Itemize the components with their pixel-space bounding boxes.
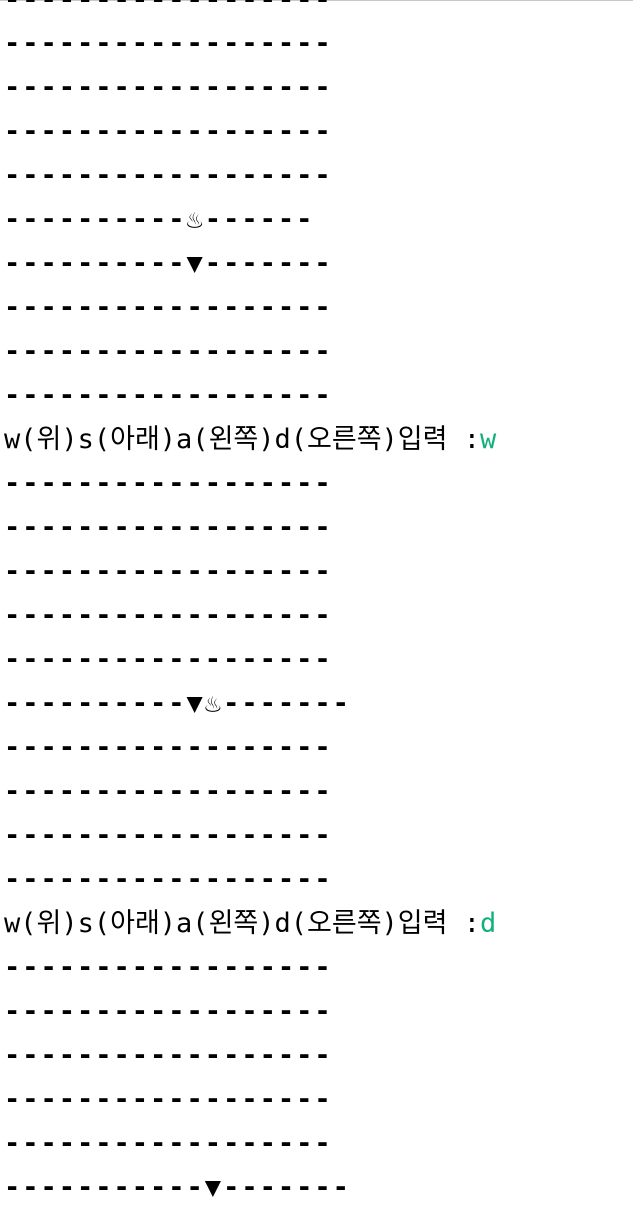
map-row: ------------------ (4, 776, 333, 807)
map-row: ------------------ (4, 28, 333, 59)
map-row: ------------------ (4, 952, 333, 983)
map-row: ------------------ (4, 996, 333, 1027)
map-row: ----------♨------ (4, 204, 315, 235)
map-row: ------------------ (4, 292, 333, 323)
prompt-label: w(위)s(아래)a(왼쪽)d(오른쪽)입력 : (4, 908, 480, 939)
map-row: ------------------ (4, 1040, 333, 1071)
map-row: ------------------ (4, 160, 333, 191)
map-row: ------------------ (4, 556, 333, 587)
map-row: ------------------ (4, 820, 333, 851)
prompt-input-echo: w (479, 424, 497, 455)
map-row: ------------------ (4, 468, 333, 499)
prompt-input-echo: d (479, 908, 497, 939)
map-row: ------------------ (4, 1084, 333, 1115)
map-row: ----------▼♨------- (4, 688, 351, 719)
map-row: ------------------ (4, 512, 333, 543)
map-row: ------------------ (4, 600, 333, 631)
input-prompt-line: w(위)s(아래)a(왼쪽)d(오른쪽)입력 :d (4, 902, 496, 946)
input-prompt-line: w(위)s(아래)a(왼쪽)d(오른쪽)입력 :w (4, 418, 496, 462)
map-row: ------------------ (4, 1128, 333, 1159)
map-row: ------------------ (4, 732, 333, 763)
map-row: ----------▼------- (4, 248, 333, 279)
map-row: ------------------ (4, 72, 333, 103)
console-output: ------------------ ------------------ ----… (4, 0, 496, 1210)
map-row: ------------------ (4, 644, 333, 675)
map-row: ------------------ (4, 116, 333, 147)
map-row: ------------------ (4, 380, 333, 411)
prompt-label: w(위)s(아래)a(왼쪽)d(오른쪽)입력 : (4, 424, 480, 455)
map-row: ------------------ (4, 336, 333, 367)
map-row: -----------▼------- (4, 1172, 351, 1203)
map-row: ------------------ (4, 0, 496, 22)
map-row: ------------------ (4, 864, 333, 895)
